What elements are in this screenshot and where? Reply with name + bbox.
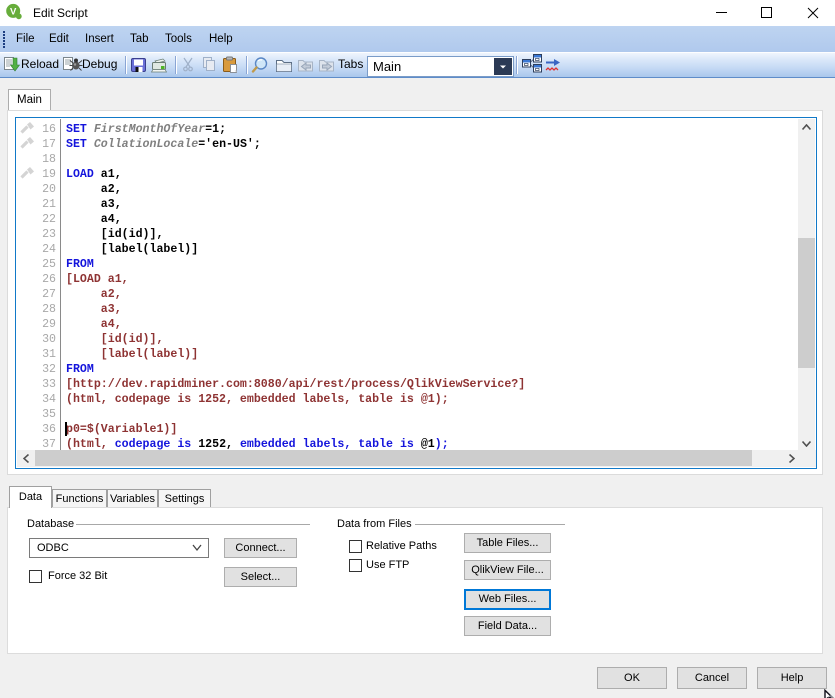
- svg-text:V: V: [10, 7, 17, 18]
